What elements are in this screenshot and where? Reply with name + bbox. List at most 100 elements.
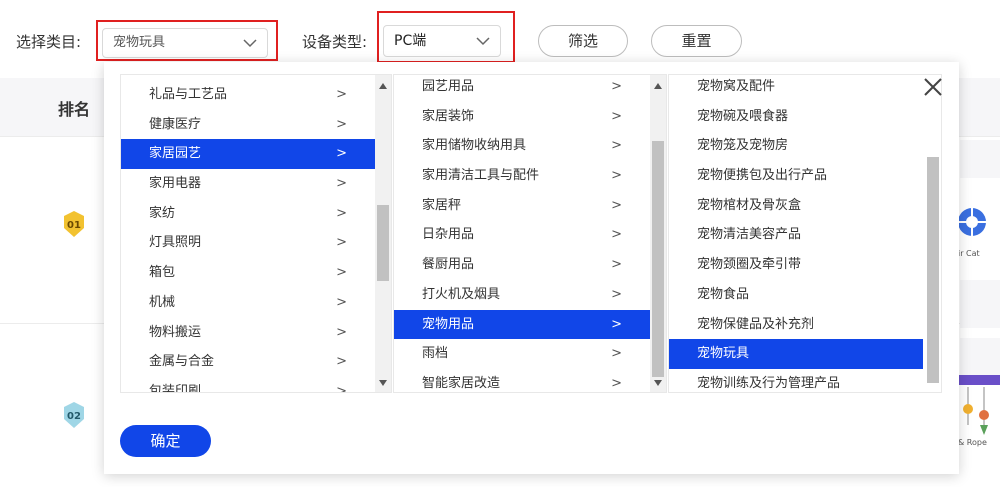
category-option[interactable]: 礼品与工艺品 > xyxy=(121,80,375,110)
rank-badge-silver: 02 xyxy=(62,401,86,429)
level2-list: 园艺用品 > 家居装饰 > 家用储物收纳用具 > 家用清洁工具与配件 > 家居秤 > 日杂用品 > 餐厨… xyxy=(394,75,650,392)
rank-badge-icon: 01 xyxy=(64,211,84,237)
category-option[interactable]: 机械 > xyxy=(121,288,375,318)
category-option-label: 物料搬运 xyxy=(149,324,202,340)
category-option-label: 雨档 xyxy=(422,346,449,362)
chevron-right-icon: > xyxy=(611,375,622,391)
scroll-thumb[interactable] xyxy=(377,205,389,281)
scroll-down-icon[interactable] xyxy=(654,380,662,386)
category-option[interactable]: 宠物清洁美容产品 xyxy=(669,220,923,250)
chevron-right-icon: > xyxy=(611,168,622,184)
chevron-right-icon: > xyxy=(336,383,347,393)
category-option-label: 餐厨用品 xyxy=(422,257,475,273)
category-option[interactable]: 灯具照明 > xyxy=(121,228,375,258)
category-option[interactable]: 宠物棺材及骨灰盒 xyxy=(669,191,923,221)
category-option[interactable]: 物料搬运 > xyxy=(121,318,375,348)
category-option-label: 宠物清洁美容产品 xyxy=(697,227,802,243)
chevron-right-icon: > xyxy=(336,265,347,281)
category-option[interactable]: 宠物食品 xyxy=(669,280,923,310)
category-option-label: 智能家居改造 xyxy=(422,375,501,391)
chevron-right-icon: > xyxy=(336,324,347,340)
filter-button[interactable]: 筛选 xyxy=(538,25,628,57)
category-option-label: 宠物保健品及补充剂 xyxy=(697,316,815,332)
category-option[interactable]: 健康医疗 > xyxy=(121,110,375,140)
category-option[interactable]: 智能家居改造 > xyxy=(394,369,650,392)
category-option-label: 金属与合金 xyxy=(149,354,215,370)
rank-number: 02 xyxy=(67,411,81,422)
thumbnail-caption: ir Cat xyxy=(958,249,980,258)
category-column-level3: 宠物窝及配件 宠物碗及喂食器 宠物笼及宠物房 宠物便携包及出行产品 宠物棺材及骨灰盒 宠物… xyxy=(668,74,942,393)
scroll-thumb[interactable] xyxy=(927,157,939,383)
category-option[interactable]: 宠物窝及配件 xyxy=(669,75,923,102)
chevron-right-icon: > xyxy=(611,138,622,154)
level1-scrollbar[interactable] xyxy=(375,75,391,392)
chevron-right-icon: > xyxy=(336,205,347,221)
category-option-label: 箱包 xyxy=(149,265,176,281)
category-option-label: 礼品与工艺品 xyxy=(149,87,228,102)
device-label: 设备类型: xyxy=(302,33,368,51)
level2-scrollbar[interactable] xyxy=(650,75,666,392)
category-option-label: 灯具照明 xyxy=(149,235,202,251)
chevron-right-icon: > xyxy=(336,294,347,310)
category-option[interactable]: 箱包 > xyxy=(121,258,375,288)
chevron-right-icon: > xyxy=(611,346,622,362)
scroll-up-icon[interactable] xyxy=(379,83,387,89)
category-option[interactable]: 金属与合金 > xyxy=(121,347,375,377)
category-option[interactable]: 雨档 > xyxy=(394,339,650,369)
confirm-button[interactable]: 确定 xyxy=(120,425,211,457)
scroll-up-icon[interactable] xyxy=(654,83,662,89)
category-option[interactable]: 宠物笼及宠物房 xyxy=(669,131,923,161)
category-option-label: 园艺用品 xyxy=(422,79,475,94)
chevron-right-icon: > xyxy=(611,257,622,273)
thumbnail-caption: & Rope xyxy=(958,438,987,447)
category-option[interactable]: 家纺 > xyxy=(121,199,375,229)
chevron-right-icon: > xyxy=(336,354,347,370)
device-highlight-box xyxy=(377,11,515,63)
category-option[interactable]: 宠物用品 > xyxy=(394,309,650,340)
rank-column-header: 排名 xyxy=(58,100,91,119)
level3-list: 宠物窝及配件 宠物碗及喂食器 宠物笼及宠物房 宠物便携包及出行产品 宠物棺材及骨灰盒 宠物… xyxy=(669,75,923,392)
category-option[interactable]: 家用电器 > xyxy=(121,169,375,199)
chevron-right-icon: > xyxy=(336,116,347,132)
row-strip xyxy=(960,140,1000,178)
category-option[interactable]: 宠物颈圈及牵引带 xyxy=(669,250,923,280)
category-option[interactable]: 日杂用品 > xyxy=(394,220,650,250)
category-dropdown-panel: 礼品与工艺品 > 健康医疗 > 家居园艺 > 家用电器 > 家纺 > 灯具照明 > 箱包 > 机械 > 物料搬运… xyxy=(104,62,959,474)
category-option-label: 包装印刷 xyxy=(149,383,202,393)
category-option[interactable]: 家用清洁工具与配件 > xyxy=(394,161,650,191)
category-option[interactable]: 宠物玩具 xyxy=(669,339,923,369)
category-option[interactable]: 宠物碗及喂食器 xyxy=(669,102,923,132)
rank-badge-gold: 01 xyxy=(62,210,86,238)
category-option[interactable]: 家居装饰 > xyxy=(394,102,650,132)
product-thumbnail[interactable]: & Rope xyxy=(958,375,1000,450)
product-thumbnail[interactable]: ir Cat xyxy=(958,190,1000,260)
scroll-thumb[interactable] xyxy=(652,141,664,377)
category-option-label: 宠物窝及配件 xyxy=(697,79,776,94)
category-option[interactable]: 包装印刷 > xyxy=(121,377,375,393)
chevron-right-icon: > xyxy=(611,227,622,243)
category-option-label: 家用储物收纳用具 xyxy=(422,138,527,154)
row-strip xyxy=(960,338,1000,376)
category-option-label: 机械 xyxy=(149,294,176,310)
category-option[interactable]: 宠物训练及行为管理产品 xyxy=(669,369,923,392)
category-option[interactable]: 家居秤 > xyxy=(394,191,650,221)
close-icon[interactable] xyxy=(922,76,944,98)
category-column-level2: 园艺用品 > 家居装饰 > 家用储物收纳用具 > 家用清洁工具与配件 > 家居秤 > 日杂用品 > 餐厨… xyxy=(393,74,667,393)
chevron-right-icon: > xyxy=(336,176,347,192)
category-option[interactable]: 餐厨用品 > xyxy=(394,250,650,280)
category-option[interactable]: 打火机及烟具 > xyxy=(394,280,650,310)
chevron-right-icon: > xyxy=(611,79,622,94)
chevron-right-icon: > xyxy=(611,108,622,124)
reset-button[interactable]: 重置 xyxy=(651,25,742,57)
category-option-label: 家居秤 xyxy=(422,197,462,213)
category-option-label: 宠物颈圈及牵引带 xyxy=(697,257,802,273)
category-option[interactable]: 宠物保健品及补充剂 xyxy=(669,310,923,340)
category-option-label: 家居装饰 xyxy=(422,108,475,124)
category-option-label: 宠物笼及宠物房 xyxy=(697,138,789,154)
category-option[interactable]: 宠物便携包及出行产品 xyxy=(669,161,923,191)
category-option[interactable]: 家居园艺 > xyxy=(121,139,375,170)
category-option[interactable]: 家用储物收纳用具 > xyxy=(394,131,650,161)
scroll-down-icon[interactable] xyxy=(379,380,387,386)
category-option[interactable]: 园艺用品 > xyxy=(394,75,650,102)
level3-scrollbar[interactable] xyxy=(925,75,941,392)
